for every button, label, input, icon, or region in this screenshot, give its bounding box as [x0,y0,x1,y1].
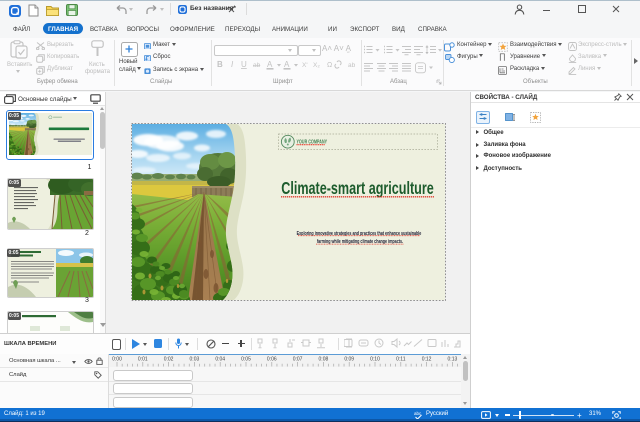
svg-text:0:02: 0:02 [164,357,174,363]
svg-text:0:12: 0:12 [422,357,432,363]
svg-text:0:13: 0:13 [448,357,458,363]
svg-text:Ω: Ω [327,62,332,69]
svg-text:A: A [284,60,290,69]
svg-text:0:10: 0:10 [370,357,380,363]
svg-text:Xʹ: Xʹ [302,61,308,69]
svg-text:0:03: 0:03 [190,357,200,363]
svg-text:U: U [241,60,247,69]
svg-text:0:04: 0:04 [215,357,225,363]
svg-text:A: A [267,60,273,69]
svg-text:X₂: X₂ [313,62,320,69]
svg-text:0:06: 0:06 [267,357,277,363]
svg-text:0:08: 0:08 [319,357,329,363]
svg-text:0:00: 0:00 [112,357,122,363]
svg-text:0:11: 0:11 [396,357,406,363]
svg-text:I: I [231,60,234,69]
svg-text:0:09: 0:09 [344,357,354,363]
svg-text:0:05: 0:05 [241,357,251,363]
svg-text:0:07: 0:07 [293,357,303,363]
svg-text:ab: ab [253,62,261,69]
svg-text:ab: ab [348,62,356,69]
svg-text:B: B [217,60,223,69]
svg-text:0:01: 0:01 [138,357,148,363]
